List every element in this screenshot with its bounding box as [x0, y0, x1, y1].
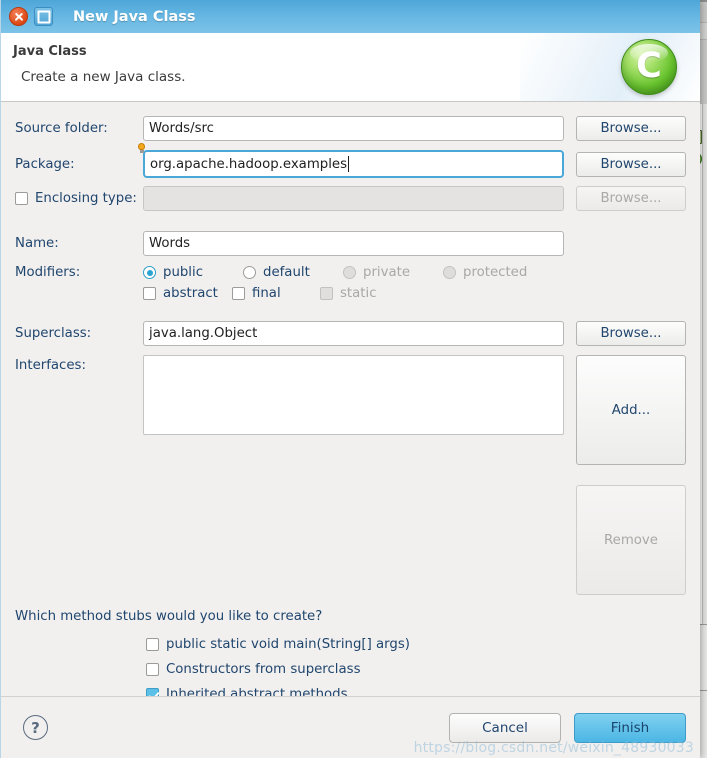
modifier-private-label: private: [363, 265, 411, 280]
package-browse-button[interactable]: Browse...: [576, 151, 686, 177]
enclosing-type-checkbox[interactable]: [15, 192, 28, 205]
finish-button[interactable]: Finish: [574, 712, 686, 743]
checkbox-inherited-indicator: [146, 688, 159, 696]
stub-option-inherited[interactable]: Inherited abstract methods: [1, 682, 700, 696]
text-caret: [348, 156, 350, 172]
dialog-footer: ? Cancel Finish https://blog.csdn.net/we…: [1, 696, 700, 758]
close-icon[interactable]: [9, 7, 28, 26]
interfaces-add-button[interactable]: Add...: [576, 355, 686, 465]
background-scrollbar: [702, 104, 707, 624]
enclosing-type-input: [143, 186, 564, 211]
checkbox-constructors-indicator: [146, 663, 159, 676]
modifier-radio-public[interactable]: public: [143, 265, 243, 280]
modifier-final-label: final: [252, 286, 281, 301]
superclass-label: Superclass:: [15, 326, 92, 341]
header-title: Java Class: [13, 44, 87, 59]
name-input[interactable]: Words: [143, 231, 564, 256]
modifier-static-label: static: [340, 286, 377, 301]
radio-private-indicator: [343, 266, 356, 279]
modifier-abstract-label: abstract: [163, 286, 218, 301]
maximize-icon[interactable]: [34, 7, 53, 26]
stub-option-main[interactable]: public static void main(String[] args): [1, 632, 700, 657]
modifier-protected-label: protected: [463, 265, 528, 280]
modifier-radio-private: private: [343, 265, 443, 280]
modifiers-label: Modifiers:: [15, 265, 81, 280]
package-input[interactable]: org.apache.hadoop.examples: [143, 150, 564, 178]
method-stubs-question: Which method stubs would you like to cre…: [15, 609, 323, 624]
modifier-default-label: default: [263, 265, 310, 280]
checkbox-main-method-indicator: [146, 638, 159, 651]
checkbox-abstract-indicator: [143, 287, 156, 300]
enclosing-type-label: Enclosing type:: [35, 191, 137, 206]
package-row: Package: org.apache.hadoop.examples Brow…: [1, 150, 700, 178]
dialog-body: Source folder: Words/src Browse... Packa…: [1, 102, 700, 696]
interfaces-remove-button: Remove: [576, 485, 686, 595]
dialog-titlebar: New Java Class: [1, 0, 700, 33]
new-java-class-icon: C: [621, 39, 677, 95]
enclosing-type-label-group: Enclosing type:: [15, 191, 143, 206]
modifier-checkbox-final[interactable]: final: [232, 286, 320, 301]
modifier-checkbox-abstract[interactable]: abstract: [143, 286, 232, 301]
dialog-header: Java Class Create a new Java class. C: [1, 33, 700, 102]
source-folder-input[interactable]: Words/src: [143, 116, 564, 141]
interfaces-label: Interfaces:: [15, 358, 86, 373]
modifier-public-label: public: [163, 265, 204, 280]
header-icon-glyph: C: [636, 45, 662, 86]
modifiers-checkbox-row: abstract final static: [1, 286, 700, 301]
source-folder-row: Source folder: Words/src Browse...: [1, 116, 700, 141]
modifier-radio-default[interactable]: default: [243, 265, 343, 280]
interfaces-row: Interfaces: Add... Remove: [1, 355, 700, 595]
cancel-button[interactable]: Cancel: [449, 712, 561, 743]
stub-main-label: public static void main(String[] args): [166, 637, 410, 652]
new-java-class-dialog: New Java Class Java Class Create a new J…: [0, 0, 700, 758]
enclosing-type-browse-button: Browse...: [576, 186, 686, 211]
stub-option-constructors[interactable]: Constructors from superclass: [1, 657, 700, 682]
header-description: Create a new Java class.: [21, 69, 186, 85]
package-input-value: org.apache.hadoop.examples: [150, 156, 348, 172]
interfaces-list[interactable]: [143, 355, 564, 435]
package-label: Package:: [15, 156, 75, 172]
checkbox-static-indicator: [320, 287, 333, 300]
help-icon[interactable]: ?: [23, 715, 48, 740]
enclosing-type-row: Enclosing type: Browse...: [1, 186, 700, 211]
source-folder-label: Source folder:: [15, 121, 108, 136]
lightbulb-icon: [137, 143, 146, 154]
source-folder-browse-button[interactable]: Browse...: [576, 116, 686, 141]
checkbox-final-indicator: [232, 287, 245, 300]
modifier-checkbox-static: static: [320, 286, 377, 301]
superclass-browse-button[interactable]: Browse...: [576, 321, 686, 346]
modifiers-row: Modifiers: public default private protec…: [1, 265, 700, 280]
stub-constructors-label: Constructors from superclass: [166, 662, 361, 677]
name-label: Name:: [15, 236, 59, 251]
superclass-row: Superclass: java.lang.Object Browse...: [1, 321, 700, 346]
radio-default-indicator: [243, 266, 256, 279]
radio-protected-indicator: [443, 266, 456, 279]
name-row: Name: Words: [1, 231, 700, 256]
radio-public-indicator: [143, 266, 156, 279]
stub-inherited-label: Inherited abstract methods: [166, 687, 348, 696]
modifier-radio-protected: protected: [443, 265, 527, 280]
dialog-title: New Java Class: [73, 8, 196, 25]
superclass-input[interactable]: java.lang.Object: [143, 321, 564, 346]
